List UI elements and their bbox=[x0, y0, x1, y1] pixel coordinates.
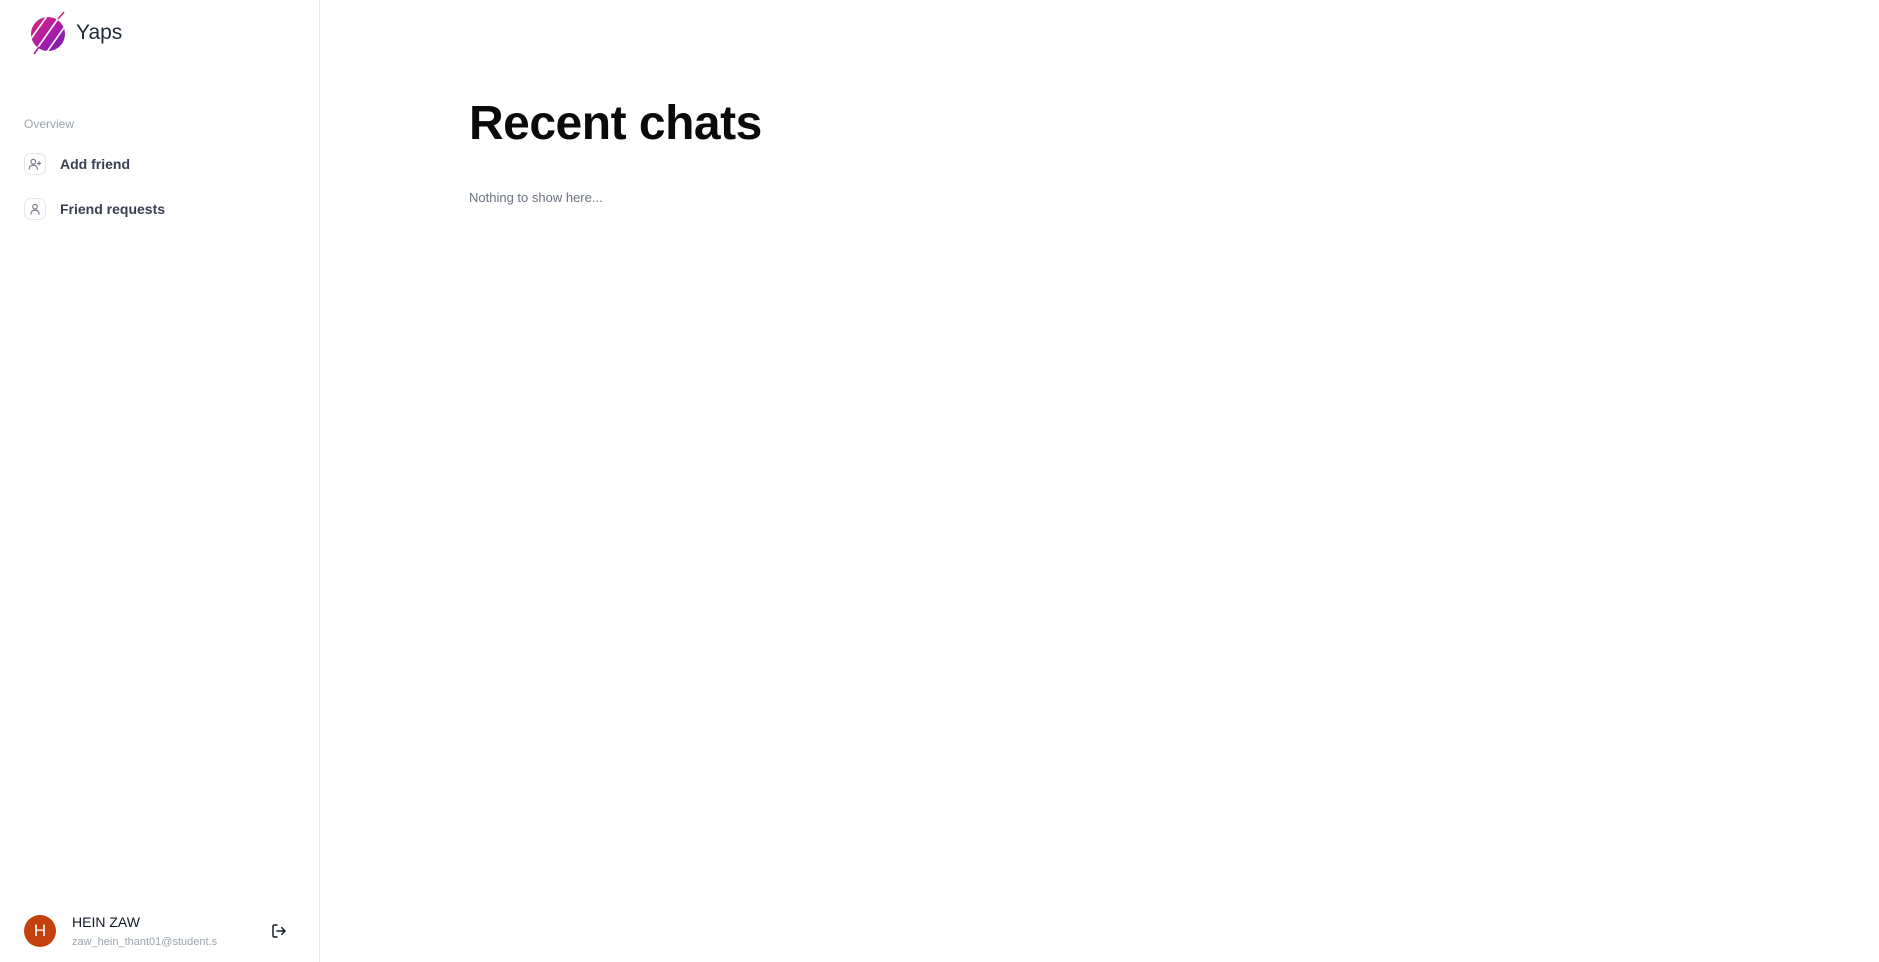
yaps-logo-icon bbox=[31, 11, 65, 55]
brand-link[interactable]: Yaps bbox=[28, 10, 122, 56]
user-email: zaw_hein_thant01@student.s bbox=[72, 936, 218, 948]
sidebar: Yaps Overview Add friend Friend requests… bbox=[0, 0, 320, 962]
empty-state-message: Nothing to show here... bbox=[469, 190, 603, 205]
sidebar-item-add-friend[interactable]: Add friend bbox=[24, 151, 130, 177]
main-content: Recent chats Nothing to show here... bbox=[320, 0, 1879, 962]
user-panel: H HEIN ZAW zaw_hein_thant01@student.s bbox=[24, 910, 300, 952]
user-meta: HEIN ZAW zaw_hein_thant01@student.s bbox=[72, 912, 242, 950]
sidebar-item-label: Friend requests bbox=[60, 201, 166, 217]
logout-button[interactable] bbox=[270, 922, 288, 940]
avatar: H bbox=[24, 915, 56, 947]
nav-section-label: Overview bbox=[24, 117, 75, 131]
user-icon bbox=[24, 198, 46, 220]
user-plus-icon bbox=[24, 153, 46, 175]
page-title: Recent chats bbox=[469, 97, 762, 150]
app-root: Yaps Overview Add friend Friend requests… bbox=[0, 0, 1879, 962]
sidebar-item-friend-requests[interactable]: Friend requests bbox=[24, 196, 165, 222]
user-name: HEIN ZAW bbox=[72, 914, 140, 930]
sidebar-item-label: Add friend bbox=[60, 156, 130, 172]
brand-name: Yaps bbox=[76, 21, 123, 44]
logout-icon bbox=[272, 924, 286, 938]
